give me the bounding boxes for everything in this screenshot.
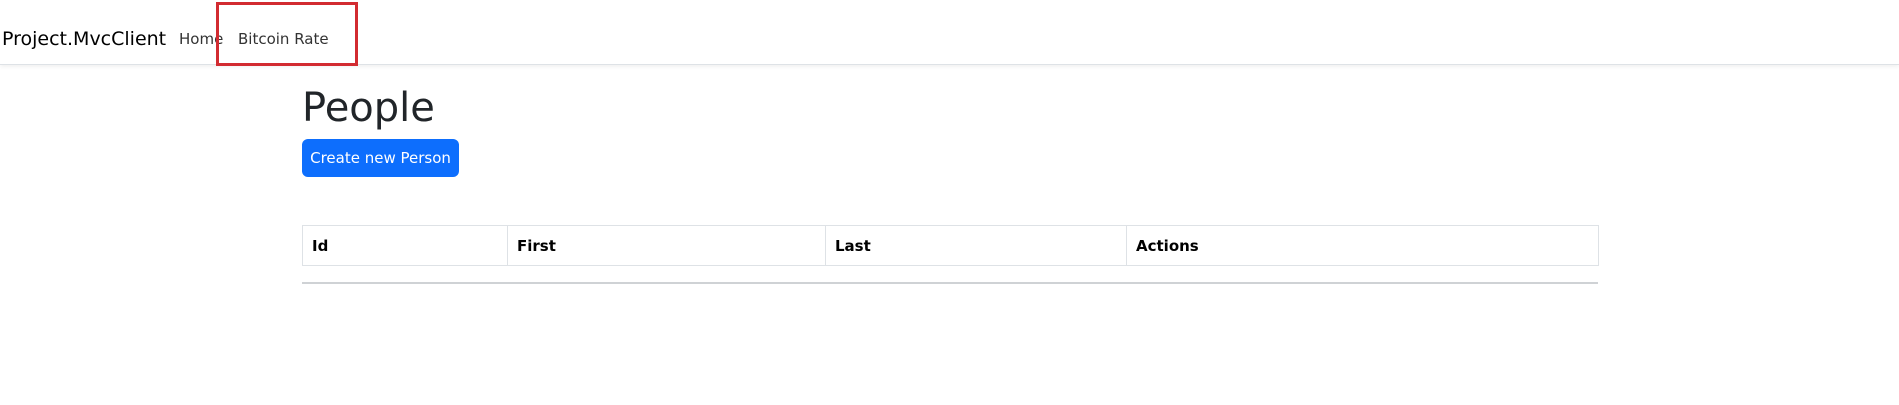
create-new-person-button[interactable]: Create new Person bbox=[302, 139, 459, 177]
column-header-actions: Actions bbox=[1126, 225, 1599, 266]
top-navbar: Project.MvcClient Home Bitcoin Rate bbox=[0, 0, 1899, 66]
page-title: People bbox=[302, 85, 435, 131]
brand-link[interactable]: Project.MvcClient bbox=[2, 25, 166, 53]
table-bottom-border bbox=[302, 282, 1598, 284]
table-header-row: Id First Last Actions bbox=[302, 225, 1599, 266]
nav-link-bitcoin-rate[interactable]: Bitcoin Rate bbox=[238, 28, 329, 50]
nav-link-home[interactable]: Home bbox=[179, 28, 223, 50]
column-header-first: First bbox=[507, 225, 826, 266]
column-header-last: Last bbox=[825, 225, 1127, 266]
column-header-id: Id bbox=[302, 225, 508, 266]
people-table-container: Id First Last Actions bbox=[302, 225, 1599, 266]
people-table: Id First Last Actions bbox=[302, 225, 1599, 266]
